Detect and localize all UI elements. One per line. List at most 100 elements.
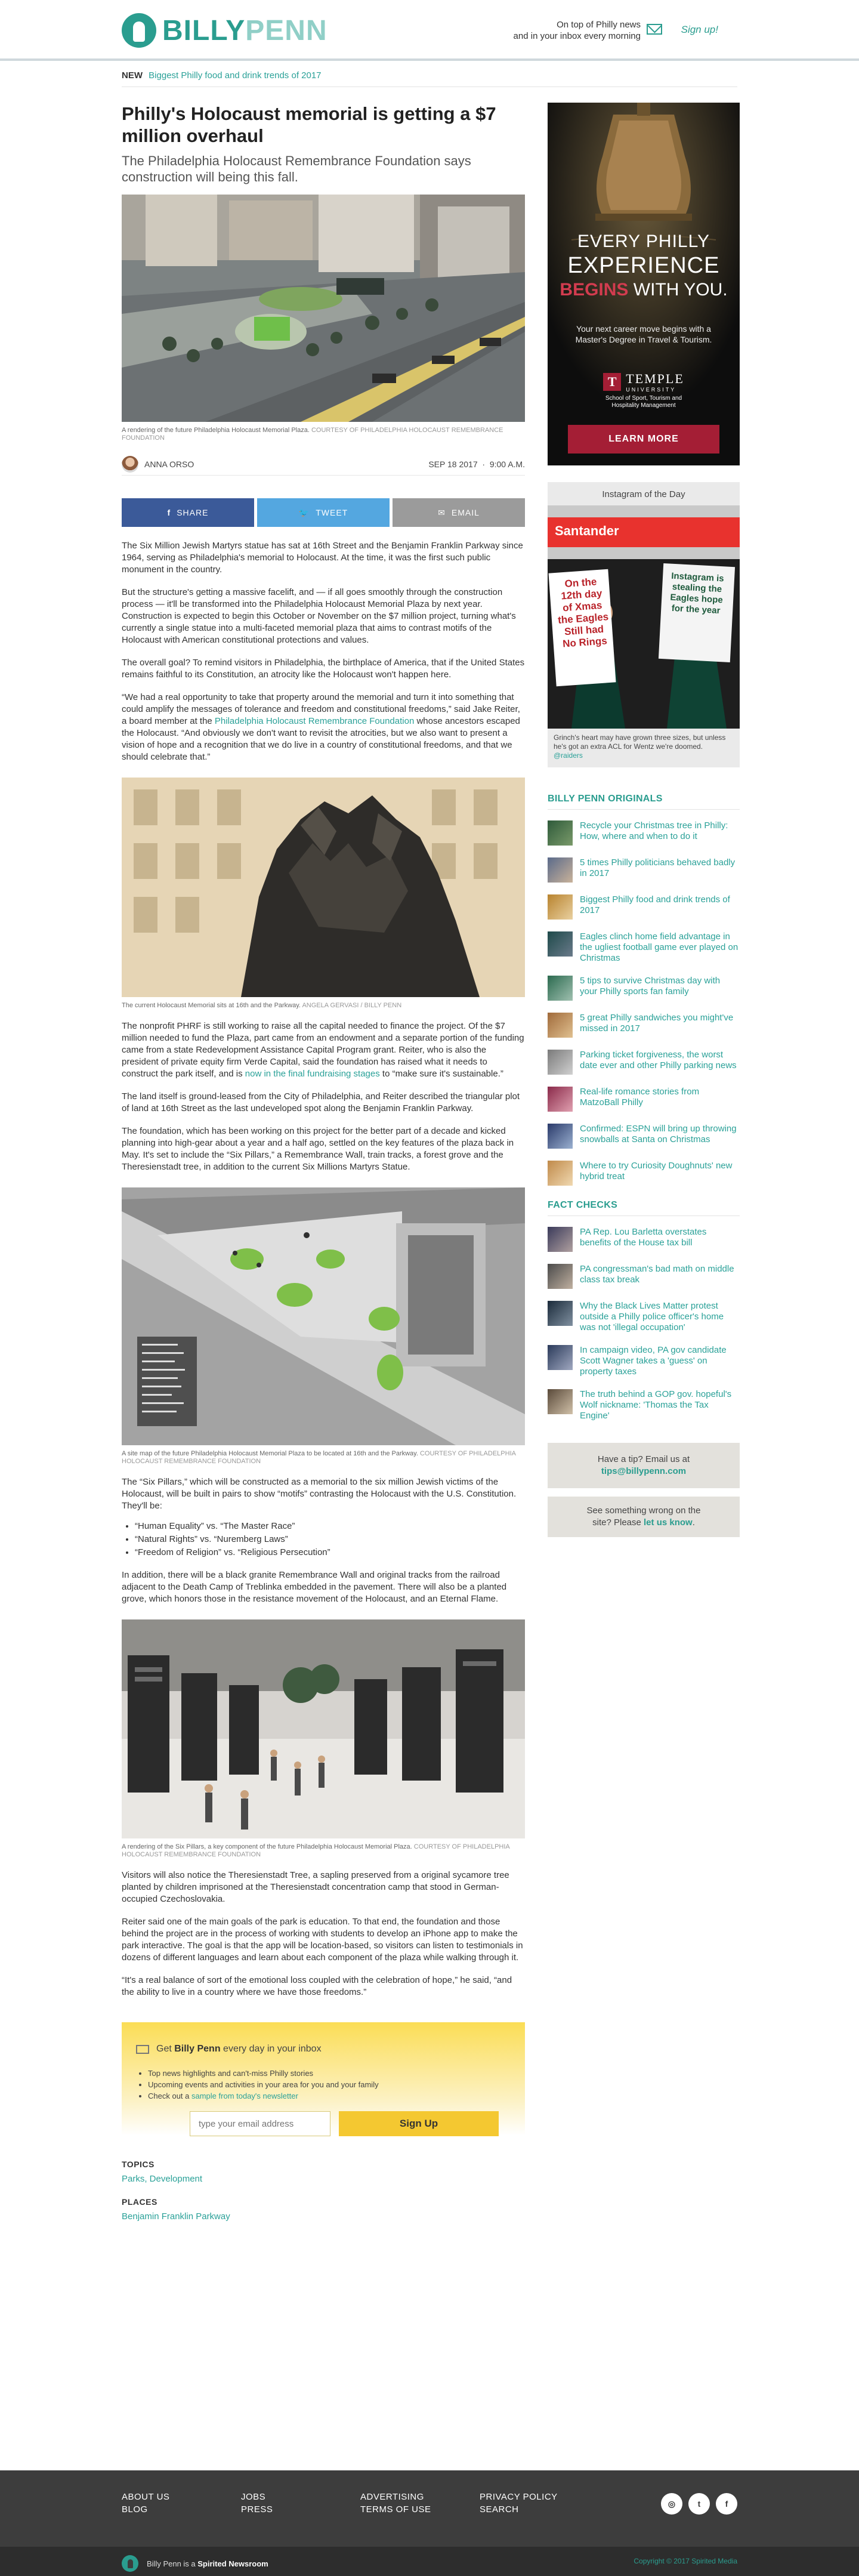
story-thumbnail[interactable] (548, 1264, 573, 1289)
footer-press-link[interactable]: PRESS (241, 2503, 360, 2516)
story-thumbnail[interactable] (548, 1050, 573, 1075)
promo-line-2: and in your inbox every morning (513, 31, 641, 41)
story-thumbnail[interactable] (548, 894, 573, 920)
list-item[interactable]: Confirmed: ESPN will bring up throwing s… (548, 1124, 740, 1149)
phrf-link[interactable]: Philadelphia Holocaust Remembrance Found… (215, 716, 414, 726)
story-thumbnail[interactable] (548, 1124, 573, 1149)
story-link[interactable]: PA Rep. Lou Barletta overstates benefits… (580, 1227, 740, 1252)
story-link[interactable]: 5 great Philly sandwiches you might've m… (580, 1013, 740, 1038)
newsletter-form: Sign Up (190, 2111, 511, 2136)
site-map-image (122, 1187, 525, 1445)
story-thumbnail[interactable] (548, 1227, 573, 1252)
story-link[interactable]: 5 tips to survive Christmas day with you… (580, 976, 740, 1001)
tip-box: Have a tip? Email us at tips@billypenn.c… (548, 1443, 740, 1488)
let-us-know-link[interactable]: let us know (644, 1517, 693, 1528)
temple-t-icon: T (603, 373, 622, 391)
facebook-icon: f (167, 508, 171, 517)
signup-link[interactable]: Sign up! (681, 24, 718, 36)
story-link[interactable]: The truth behind a GOP gov. hopeful's Wo… (580, 1389, 740, 1421)
list-item[interactable]: Recycle your Christmas tree in Philly: H… (548, 820, 740, 846)
story-thumbnail[interactable] (548, 1389, 573, 1414)
ad-headline: EVERY PHILLY EXPERIENCE BEGINS WITH YOU. (560, 232, 728, 300)
story-thumbnail[interactable] (548, 1013, 573, 1038)
email-input[interactable] (190, 2111, 330, 2136)
story-link[interactable]: Biggest Philly food and drink trends of … (580, 894, 740, 920)
story-thumbnail[interactable] (548, 976, 573, 1001)
list-item[interactable]: Where to try Curiosity Doughnuts' new hy… (548, 1161, 740, 1186)
story-link[interactable]: PA congressman's bad math on middle clas… (580, 1264, 740, 1289)
footer-jobs-link[interactable]: JOBS (241, 2491, 360, 2503)
tips-email-link[interactable]: tips@billypenn.com (601, 1466, 686, 1476)
article-dek: The Philadelphia Holocaust Remembrance F… (122, 153, 471, 184)
list-item[interactable]: 5 great Philly sandwiches you might've m… (548, 1013, 740, 1038)
footer-column: PRIVACY POLICY SEARCH (480, 2491, 599, 2516)
list-item[interactable]: Real-life romance stories from MatzoBall… (548, 1087, 740, 1112)
list-item[interactable]: In campaign video, PA gov candidate Scot… (548, 1345, 740, 1377)
byline: ANNA ORSO SEP 18 2017 · 9:00 A.M. (122, 455, 525, 476)
learn-more-button[interactable]: LEARN MORE (568, 425, 719, 454)
paragraph: The Six Million Jewish Martyrs statue ha… (122, 541, 523, 575)
story-link[interactable]: Real-life romance stories from MatzoBall… (580, 1087, 740, 1112)
author-avatar[interactable] (122, 455, 138, 473)
fact-checks-heading: FACT CHECKS (548, 1200, 740, 1216)
billy-penn-logo[interactable]: BILLYPENN (122, 13, 327, 48)
instagram-icon[interactable]: ◎ (661, 2493, 682, 2515)
list-item[interactable]: PA congressman's bad math on middle clas… (548, 1264, 740, 1289)
list-item[interactable]: 5 tips to survive Christmas day with you… (548, 976, 740, 1001)
story-thumbnail[interactable] (548, 1345, 573, 1370)
newsletter-title: Get Billy Penn every day in your inbox (136, 2044, 511, 2054)
footer-search-link[interactable]: SEARCH (480, 2503, 599, 2516)
topic-links[interactable]: Parks, Development (122, 2174, 525, 2184)
instagram-handle-link[interactable]: @raiders (554, 751, 583, 760)
spirited-newsroom-link[interactable]: Spirited Newsroom (197, 2559, 268, 2568)
footer-privacy-link[interactable]: PRIVACY POLICY (480, 2491, 599, 2503)
article-tags: TOPICS Parks, Development PLACES Benjami… (122, 2159, 525, 2222)
story-thumbnail[interactable] (548, 1087, 573, 1112)
email-share-button[interactable]: ✉ EMAIL (393, 498, 525, 527)
newsletter-signup-button[interactable]: Sign Up (339, 2111, 499, 2136)
story-link[interactable]: In campaign video, PA gov candidate Scot… (580, 1345, 740, 1377)
share-buttons: f SHARE 🐦 TWEET ✉ EMAIL (122, 498, 525, 527)
twitter-share-button[interactable]: 🐦 TWEET (257, 498, 390, 527)
temple-university-ad[interactable]: EVERY PHILLY EXPERIENCE BEGINS WITH YOU.… (548, 103, 740, 465)
list-item[interactable]: Biggest Philly food and drink trends of … (548, 894, 740, 920)
story-thumbnail[interactable] (548, 820, 573, 846)
billy-penn-mini-logo-icon[interactable] (122, 2555, 138, 2572)
list-item[interactable]: Parking ticket forgiveness, the worst da… (548, 1050, 740, 1075)
facebook-icon[interactable]: f (716, 2493, 737, 2515)
sample-newsletter-link[interactable]: sample from today's newsletter (191, 2091, 298, 2100)
story-link[interactable]: Where to try Curiosity Doughnuts' new hy… (580, 1161, 740, 1186)
footer-about-link[interactable]: ABOUT US (122, 2491, 241, 2503)
story-link[interactable]: Why the Black Lives Matter protest outsi… (580, 1301, 740, 1333)
story-link[interactable]: Eagles clinch home field advantage in th… (580, 931, 740, 964)
paragraph: The overall goal? To remind visitors in … (122, 658, 525, 680)
twitter-icon[interactable]: t (688, 2493, 710, 2515)
new-bar-link[interactable]: Biggest Philly food and drink trends of … (149, 70, 321, 81)
footer-blog-link[interactable]: BLOG (122, 2503, 241, 2516)
instagram-photo[interactable]: Santander On the 12th day of Xmas the Ea… (548, 505, 740, 729)
list-item[interactable]: The truth behind a GOP gov. hopeful's Wo… (548, 1389, 740, 1421)
figure-2-caption: The current Holocaust Memorial sits at 1… (122, 1002, 402, 1009)
list-item[interactable]: 5 times Philly politicians behaved badly… (548, 857, 740, 883)
facebook-share-button[interactable]: f SHARE (122, 498, 254, 527)
list-item[interactable]: Eagles clinch home field advantage in th… (548, 931, 740, 964)
story-thumbnail[interactable] (548, 1161, 573, 1186)
place-link[interactable]: Benjamin Franklin Parkway (122, 2211, 525, 2222)
story-link[interactable]: Parking ticket forgiveness, the worst da… (580, 1050, 740, 1075)
figure-1-caption: A rendering of the future Philadelphia H… (122, 427, 503, 442)
story-link[interactable]: Confirmed: ESPN will bring up throwing s… (580, 1124, 740, 1149)
story-thumbnail[interactable] (548, 931, 573, 957)
list-item[interactable]: PA Rep. Lou Barletta overstates benefits… (548, 1227, 740, 1252)
footer-terms-link[interactable]: TERMS OF USE (360, 2503, 480, 2516)
author-name[interactable]: ANNA ORSO (144, 459, 194, 469)
fundraising-link[interactable]: now in the final fundraising stages (245, 1069, 380, 1079)
list-item: Upcoming events and activities in your a… (148, 2079, 511, 2090)
list-item[interactable]: Why the Black Lives Matter protest outsi… (548, 1301, 740, 1333)
instagram-photo-brand: Santander (555, 523, 619, 538)
story-link[interactable]: 5 times Philly politicians behaved badly… (580, 857, 740, 883)
story-thumbnail[interactable] (548, 857, 573, 883)
footer-tagline: Billy Penn is a Spirited Newsroom (122, 2555, 268, 2572)
footer-advertising-link[interactable]: ADVERTISING (360, 2491, 480, 2503)
story-thumbnail[interactable] (548, 1301, 573, 1326)
story-link[interactable]: Recycle your Christmas tree in Philly: H… (580, 820, 740, 846)
